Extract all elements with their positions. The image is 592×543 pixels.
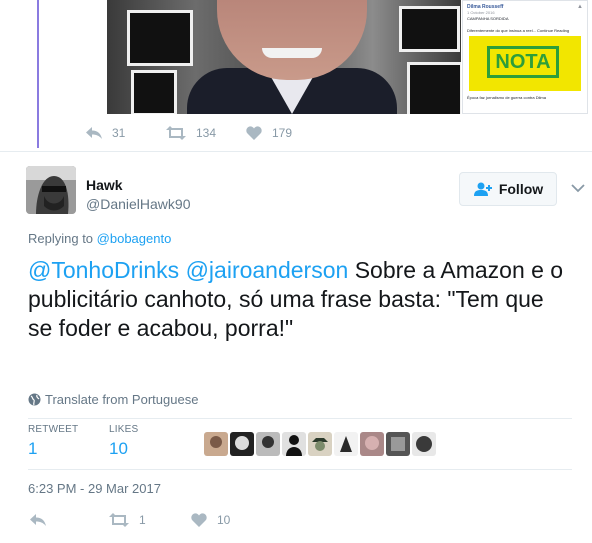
follow-label: Follow: [498, 181, 544, 197]
author-handle[interactable]: @DanielHawk90: [86, 196, 190, 212]
replying-to: Replying to @bobagento: [28, 231, 171, 246]
like-action[interactable]: 10: [191, 513, 230, 527]
likes-value: 10: [109, 439, 128, 458]
reply-action[interactable]: [30, 513, 46, 527]
tweet-separator: [0, 151, 592, 152]
tweet-text: @TonhoDrinks @jairoanderson Sobre a Amaz…: [28, 256, 568, 343]
retweets-stat[interactable]: RETWEET 1: [28, 424, 78, 459]
conversation-thread-line: [37, 0, 39, 148]
liker-avatar[interactable]: [360, 432, 384, 456]
heart-icon: [246, 126, 262, 140]
fb-desc: Diferentemente do que insinua a reel... …: [467, 28, 570, 33]
fb-banner-text: NOTA: [487, 46, 559, 78]
fb-title: CAMPANHA SORDIDA: [467, 16, 509, 21]
reply-icon: [30, 514, 46, 526]
liker-avatar[interactable]: [412, 432, 436, 456]
liker-avatar[interactable]: [256, 432, 280, 456]
author-name[interactable]: Hawk: [86, 177, 123, 193]
mention-link[interactable]: @jairoanderson: [186, 257, 349, 283]
liker-avatar[interactable]: [386, 432, 410, 456]
retweet-count: 134: [196, 126, 217, 140]
globe-icon: [28, 393, 41, 406]
liker-avatar[interactable]: [230, 432, 254, 456]
fb-like-icon: ▲: [577, 4, 583, 10]
follow-person-icon: [473, 182, 492, 196]
liker-avatar[interactable]: [204, 432, 228, 456]
liker-avatar[interactable]: [334, 432, 358, 456]
retweet-count: 1: [139, 513, 146, 527]
retweet-icon: [166, 126, 186, 140]
like-count: 179: [272, 126, 293, 140]
fb-banner-image: NOTA: [469, 36, 581, 91]
fb-date: 1 October 2016: [467, 10, 495, 15]
stats-bottom-divider: [28, 469, 572, 470]
avatar[interactable]: [26, 166, 76, 214]
reply-action[interactable]: 31: [86, 126, 125, 140]
likes-stat[interactable]: LIKES 10: [109, 424, 138, 459]
retweet-action[interactable]: 134: [166, 126, 216, 140]
fb-caption: Época faz jornalismo de guerra contra Di…: [467, 95, 546, 100]
mention-link[interactable]: @TonhoDrinks: [28, 257, 179, 283]
reply-count: 31: [112, 126, 126, 140]
retweet-icon: [109, 513, 129, 527]
facebook-post-preview[interactable]: Dilma Rousseff 1 October 2016 ▲ CAMPANHA…: [462, 0, 588, 114]
reply-icon: [86, 127, 102, 139]
replying-to-link[interactable]: @bobagento: [97, 231, 172, 246]
retweets-value: 1: [28, 439, 38, 458]
replying-prefix: Replying to: [28, 231, 94, 246]
liker-avatar[interactable]: [282, 432, 306, 456]
stats-top-divider: [28, 418, 572, 419]
like-count: 10: [217, 513, 231, 527]
translate-label: Translate from Portuguese: [45, 392, 199, 407]
chevron-down-icon[interactable]: [570, 180, 586, 196]
heart-icon: [191, 513, 207, 527]
retweets-label: RETWEET: [28, 424, 79, 435]
tweet-timestamp[interactable]: 6:23 PM - 29 Mar 2017: [28, 481, 161, 496]
likes-label: LIKES: [109, 424, 139, 435]
translate-link[interactable]: Translate from Portuguese: [28, 392, 198, 407]
retweet-action[interactable]: 1: [109, 513, 146, 527]
follow-button[interactable]: Follow: [459, 172, 557, 206]
like-action[interactable]: 179: [246, 126, 292, 140]
liker-avatar[interactable]: [308, 432, 332, 456]
likers-avatars: [204, 432, 436, 456]
video-thumbnail[interactable]: [107, 0, 461, 114]
